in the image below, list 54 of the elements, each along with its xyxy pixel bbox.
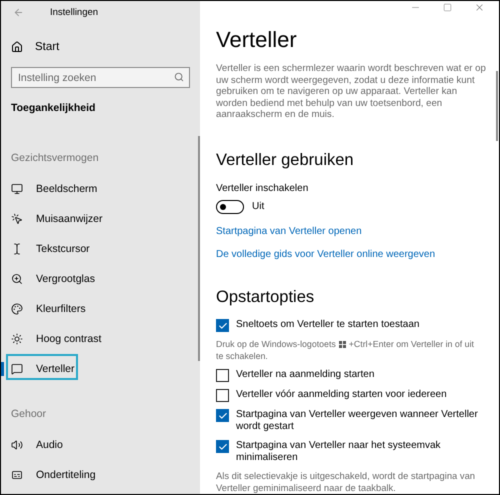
zoom-in-icon	[11, 273, 23, 285]
windows-logo-icon	[338, 340, 346, 348]
checkbox[interactable]	[216, 389, 229, 402]
checkbox-label: Verteller vóór aanmelding starten voor iedereen	[236, 389, 447, 401]
section-heading: Verteller gebruiken	[216, 150, 355, 170]
window-title: Instellingen	[50, 6, 98, 18]
monitor-icon	[11, 183, 23, 195]
checkbox[interactable]	[216, 409, 229, 422]
nav-item[interactable]: Tekstcursor	[1, 234, 200, 264]
link[interactable]: Startpagina van Verteller openen	[216, 226, 362, 237]
group-heading: Gezichtsvermogen	[10, 151, 100, 166]
checkbox[interactable]	[216, 440, 229, 453]
note-text: Als dit selectievakje is uitgeschakeld, wordt de startpagina van Verteller geminimaliseerd naar de taakbalk.	[216, 470, 476, 494]
hint-text: te schakelen.	[216, 351, 268, 361]
section-heading: Opstartopties	[216, 286, 316, 307]
check-icon	[218, 442, 228, 452]
nav-item[interactable]: Verteller	[1, 354, 200, 384]
text-cursor-icon	[11, 243, 23, 255]
home-icon	[11, 41, 23, 53]
hint-text: +Ctrl+Enter om Verteller in of uit	[348, 339, 474, 349]
check-icon	[218, 320, 228, 330]
checkbox[interactable]	[216, 319, 229, 332]
category-title: Toegankelijkheid	[10, 101, 96, 114]
close-icon[interactable]	[474, 2, 485, 14]
speaker-icon	[11, 439, 23, 451]
checkbox[interactable]	[216, 369, 229, 382]
toggle-switch[interactable]	[216, 200, 244, 214]
nav-item[interactable]: Kleurfilters	[1, 294, 200, 324]
group-heading: Gehoor	[10, 407, 48, 422]
nav-item[interactable]: Audio	[1, 430, 200, 460]
nav-item[interactable]: Ondertiteling	[1, 460, 200, 490]
link[interactable]: De volledige gids voor Verteller online weergeven	[216, 248, 436, 260]
nav-item[interactable]: Muisaanwijzer	[1, 204, 200, 234]
check-icon	[218, 410, 228, 420]
nav-item[interactable]: Hoog contrast	[1, 324, 200, 354]
toggle-label: Verteller inschakelen	[216, 182, 310, 194]
checkbox-label: Startpagina van Verteller weergeven wanneer Verteller wordt gestart	[236, 409, 479, 433]
pointer-icon	[11, 213, 23, 225]
palette-icon	[11, 303, 23, 315]
nav-item[interactable]: Vergrootglas	[1, 264, 200, 294]
checkbox-label: Sneltoets om Verteller te starten toestaan	[236, 319, 420, 331]
toggle-state: Uit	[252, 201, 264, 212]
sun-icon	[11, 333, 23, 345]
search-icon	[174, 72, 184, 82]
home-nav-item[interactable]: Start	[1, 23, 200, 57]
checkbox-label: Verteller na aanmelding starten	[236, 369, 374, 381]
intro-text: Verteller is een schermlezer waarin wordt beschreven wat er op uw scherm wordt weergegeven, zodat u deze informatie kunt gebruiken om te navigeren op uw apparaat. Verteller kan worden bediend met behulp van uw toetsenbord, een aanraakscherm en de muis.	[216, 62, 487, 121]
page-title: Verteller	[216, 26, 298, 53]
captions-icon	[11, 469, 23, 481]
nav-item[interactable]: Beeldscherm	[1, 174, 200, 204]
hint-text: Druk op de Windows-logotoets	[216, 339, 336, 349]
checkbox-label: Startpagina van Verteller naar het systeemvak minimaliseren	[236, 440, 442, 464]
search-field[interactable]: Instelling zoeken	[11, 67, 190, 88]
speech-bubble-icon	[11, 363, 23, 375]
